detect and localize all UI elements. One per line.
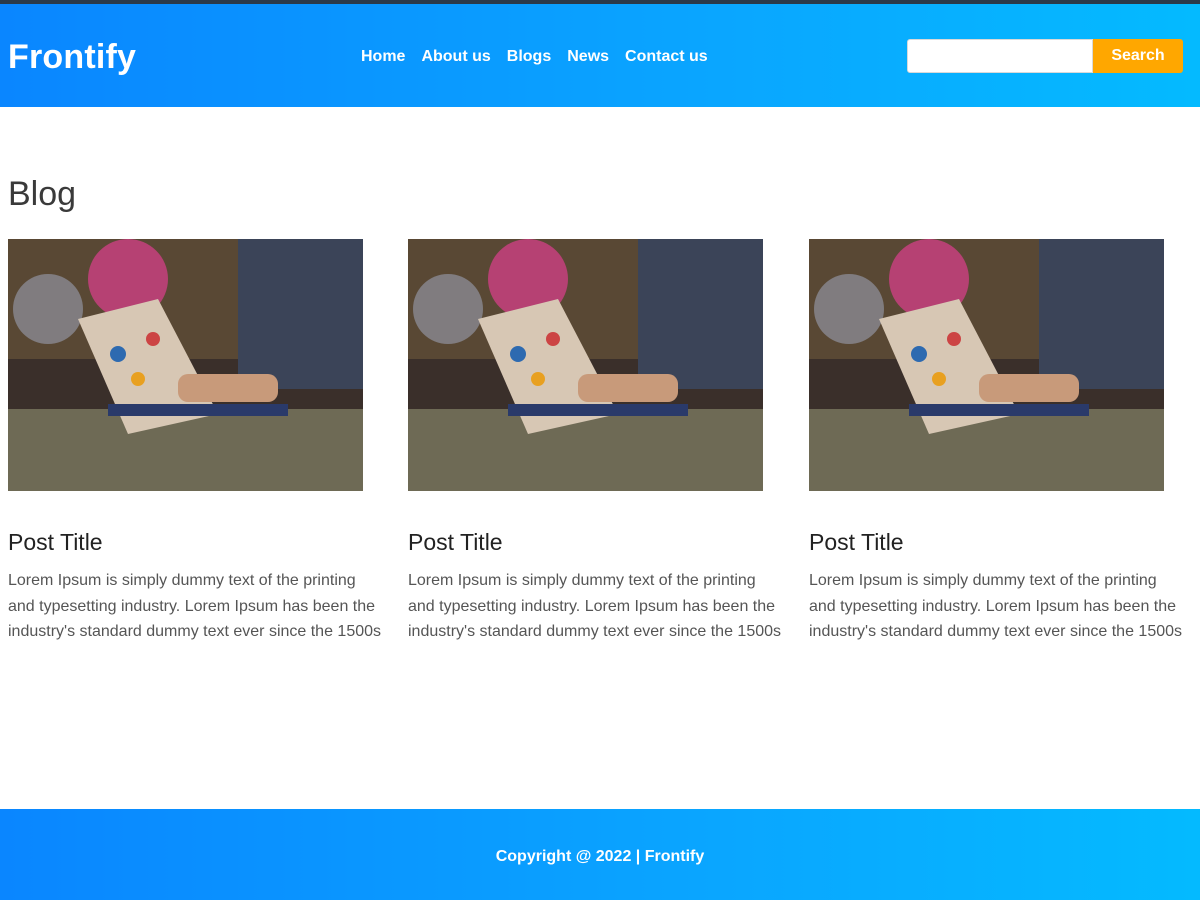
search-button[interactable]: Search <box>1093 39 1183 73</box>
site-header: Frontify Home About us Blogs News Contac… <box>0 4 1200 107</box>
post-excerpt: Lorem Ipsum is simply dummy text of the … <box>408 572 782 640</box>
blog-post-card: Post Title Lorem Ipsum is simply dummy t… <box>809 239 1189 645</box>
site-footer: Copyright @ 2022 | Frontify <box>0 809 1200 900</box>
nav-news-link[interactable]: News <box>567 48 609 66</box>
search-input[interactable] <box>907 39 1093 73</box>
post-excerpt: Lorem Ipsum is simply dummy text of the … <box>8 572 382 640</box>
post-image[interactable] <box>408 239 763 491</box>
blog-post-card: Post Title Lorem Ipsum is simply dummy t… <box>8 239 388 645</box>
nav-home-link[interactable]: Home <box>361 48 405 66</box>
post-title[interactable]: Post Title <box>408 529 788 556</box>
nav-blogs-link[interactable]: Blogs <box>507 48 551 66</box>
post-image[interactable] <box>809 239 1164 491</box>
post-image[interactable] <box>8 239 363 491</box>
brand-logo[interactable]: Frontify <box>8 38 136 77</box>
page-title: Blog <box>8 175 77 213</box>
blog-post-card: Post Title Lorem Ipsum is simply dummy t… <box>408 239 788 645</box>
post-title[interactable]: Post Title <box>8 529 388 556</box>
post-title[interactable]: Post Title <box>809 529 1189 556</box>
search-form: Search <box>907 39 1183 73</box>
copyright-text: Copyright @ 2022 | Frontify <box>495 847 705 865</box>
post-excerpt: Lorem Ipsum is simply dummy text of the … <box>809 572 1183 640</box>
nav-contact-link[interactable]: Contact us <box>625 48 708 66</box>
main-nav: Home About us Blogs News Contact us <box>361 48 708 66</box>
nav-about-link[interactable]: About us <box>421 48 490 66</box>
